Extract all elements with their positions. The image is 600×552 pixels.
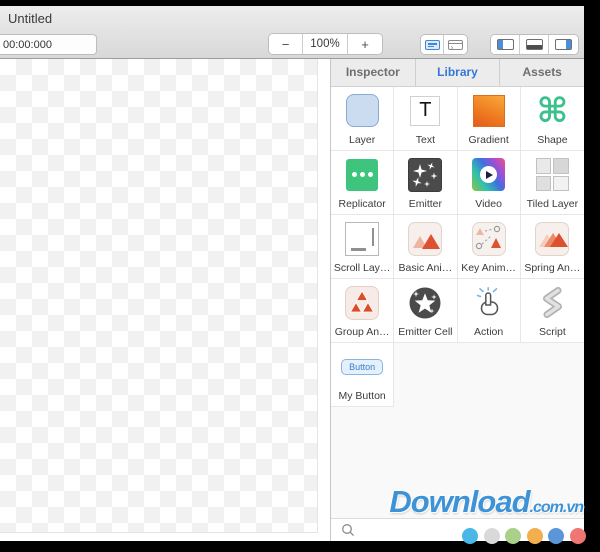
app-window: Untitled − 100% + — [0, 6, 584, 541]
canvas-transparency-checkerboard[interactable] — [0, 59, 318, 533]
item-label: Replicator — [338, 198, 386, 210]
timecode-input[interactable] — [0, 34, 97, 55]
item-label: Script — [538, 326, 566, 338]
library-item-action[interactable]: Action — [457, 279, 521, 343]
item-label: Layer — [348, 134, 376, 146]
library-item-video[interactable]: Video — [457, 151, 521, 215]
panel-toggle-control — [490, 34, 579, 55]
timeline-icon — [424, 39, 440, 50]
zoom-level[interactable]: 100% — [303, 34, 348, 54]
footer-dot — [526, 528, 543, 544]
footer-dot — [569, 528, 586, 544]
screen: Untitled − 100% + — [0, 0, 600, 552]
library-item-shape[interactable]: ⌘ Shape — [520, 87, 584, 151]
library-item-gradient[interactable]: Gradient — [457, 87, 521, 151]
group-animation-icon — [345, 279, 380, 326]
toggle-left-sidebar-button[interactable] — [491, 35, 520, 54]
toggle-right-sidebar-button[interactable] — [549, 35, 578, 54]
library-item-tiled-layer[interactable]: Tiled Layer — [520, 151, 584, 215]
item-label: Emitter — [408, 198, 442, 210]
layer-icon — [345, 87, 379, 134]
replicator-icon — [346, 151, 379, 198]
bottom-panel-icon — [525, 39, 543, 50]
emitter-icon — [408, 151, 443, 198]
left-sidebar-icon — [496, 39, 514, 50]
right-sidebar-icon — [555, 39, 572, 50]
console-view-button[interactable] — [444, 35, 467, 54]
panel-tabbar: Inspector Library Assets — [331, 59, 584, 87]
item-label: Scroll Lay… — [333, 262, 391, 274]
editor-view-toggle — [420, 34, 468, 55]
library-item-basic-animation[interactable]: Basic Ani… — [394, 215, 458, 279]
action-tap-hand-icon — [473, 279, 505, 326]
item-label: Tiled Layer — [526, 198, 579, 210]
gradient-icon — [472, 87, 505, 134]
tab-assets[interactable]: Assets — [500, 59, 584, 86]
text-icon: T — [410, 87, 441, 134]
titlebar: Untitled − 100% + — [0, 6, 584, 59]
right-panel: Inspector Library Assets Layer T Text Gr… — [330, 59, 584, 541]
watermark-suffix: .com.vn — [529, 499, 584, 516]
library-item-replicator[interactable]: Replicator — [331, 151, 395, 215]
emitter-cell-icon — [407, 279, 443, 326]
item-label: Action — [474, 326, 504, 338]
library-item-emitter[interactable]: Emitter — [394, 151, 458, 215]
library-item-script[interactable]: Script — [520, 279, 584, 343]
item-label: Key Anim… — [461, 262, 517, 274]
library-grid: Layer T Text Gradient ⌘ Shape Replicator… — [331, 87, 584, 407]
basic-animation-icon — [408, 215, 443, 262]
key-animation-icon — [471, 215, 506, 262]
console-icon — [448, 39, 463, 52]
scroll-layer-icon — [345, 215, 380, 262]
library-item-my-button[interactable]: Button My Button — [331, 343, 395, 407]
item-label: Video — [475, 198, 502, 210]
window-title: Untitled — [8, 11, 53, 26]
footer-dot — [505, 528, 521, 544]
library-item-scroll-layer[interactable]: Scroll Lay… — [331, 215, 395, 279]
footer-dots — [462, 528, 586, 544]
watermark-brand: Download — [389, 484, 530, 519]
item-label: Text — [415, 134, 435, 146]
toggle-bottom-panel-button[interactable] — [520, 35, 549, 54]
library-item-spring-animation[interactable]: Spring An… — [520, 215, 584, 279]
item-label: Gradient — [468, 134, 509, 146]
zoom-control: − 100% + — [268, 33, 383, 55]
item-label: Emitter Cell — [398, 326, 453, 338]
timeline-view-button[interactable] — [421, 35, 444, 54]
script-icon — [539, 279, 566, 326]
footer-dot — [462, 528, 478, 544]
item-label: Group An… — [334, 326, 390, 338]
item-label: Shape — [537, 134, 568, 146]
footer-dot — [483, 528, 500, 544]
watermark: Download.com.vn — [389, 484, 584, 520]
library-item-group-animation[interactable]: Group An… — [331, 279, 395, 343]
zoom-in-button[interactable]: + — [348, 34, 382, 54]
library-item-text[interactable]: T Text — [394, 87, 458, 151]
library-item-emitter-cell[interactable]: Emitter Cell — [394, 279, 458, 343]
my-button-icon: Button — [341, 343, 384, 390]
tab-library[interactable]: Library — [416, 59, 501, 86]
tiled-layer-icon — [535, 151, 569, 198]
shape-command-icon: ⌘ — [536, 90, 569, 131]
search-icon — [342, 524, 355, 537]
footer-dot — [548, 528, 564, 544]
video-icon — [472, 151, 506, 198]
tab-inspector[interactable]: Inspector — [331, 59, 416, 86]
item-label: Basic Ani… — [398, 262, 453, 274]
spring-animation-icon — [535, 215, 570, 262]
library-item-layer[interactable]: Layer — [331, 87, 395, 151]
zoom-out-button[interactable]: − — [269, 34, 303, 54]
library-item-key-animation[interactable]: Key Anim… — [457, 215, 521, 279]
item-label: My Button — [338, 390, 386, 402]
canvas-area[interactable] — [0, 59, 330, 541]
main-content: Inspector Library Assets Layer T Text Gr… — [0, 59, 584, 541]
item-label: Spring An… — [524, 262, 581, 274]
